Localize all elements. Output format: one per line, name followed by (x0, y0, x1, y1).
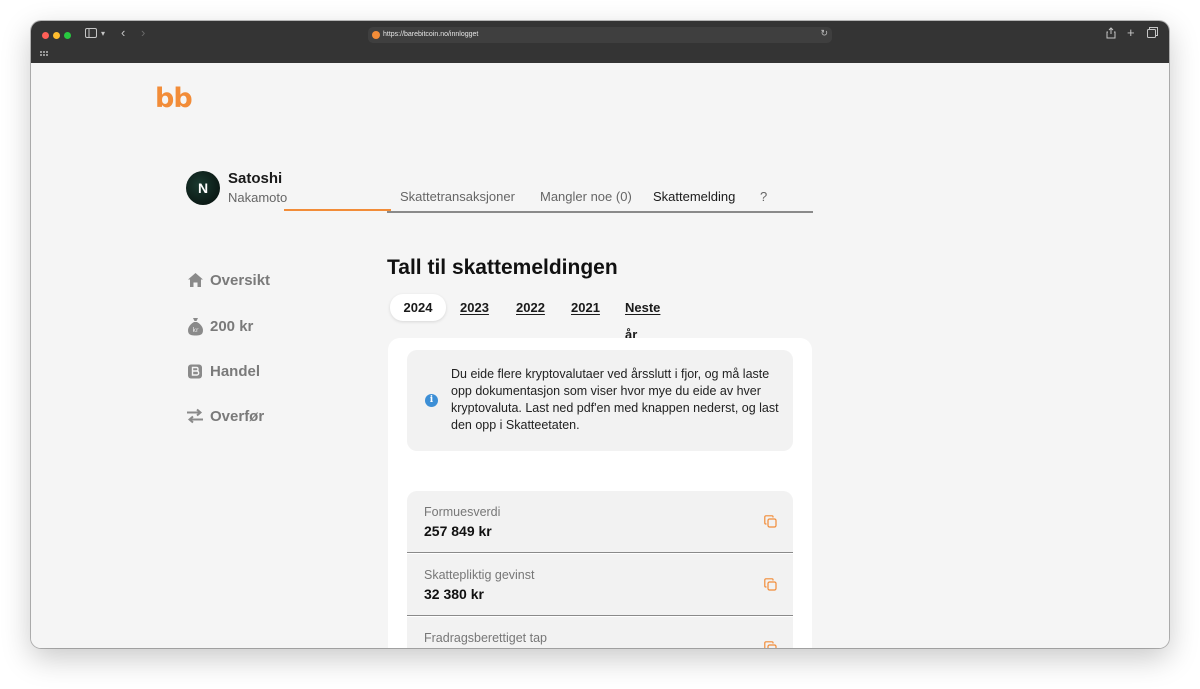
close-window-button[interactable] (42, 32, 49, 39)
maximize-window-button[interactable] (64, 32, 71, 39)
tab-skattetransaksjoner[interactable]: Skattetransaksjoner (400, 189, 515, 213)
new-tab-icon[interactable]: + (1127, 25, 1135, 41)
chevron-down-icon[interactable]: ▾ (101, 26, 105, 42)
active-tab-indicator (284, 209, 391, 211)
reload-icon[interactable]: ↻ (820, 28, 828, 39)
tab-mangler-noe[interactable]: Mangler noe (0) (540, 189, 632, 213)
browser-titlebar: ▾ ‹ › https://barebitcoin.no/innlogget ↻… (31, 21, 1169, 63)
year-2023-button[interactable]: 2023 (460, 294, 489, 321)
info-text: Du eide flere kryptovalutaer ved årsslut… (451, 367, 779, 432)
app-logo[interactable]: bb (155, 83, 193, 114)
copy-icon[interactable] (764, 578, 777, 591)
favorites-grid-icon[interactable] (40, 51, 48, 57)
field-skattepliktig-gevinst: Skattepliktig gevinst 32 380 kr (407, 554, 793, 616)
browser-window: ▾ ‹ › https://barebitcoin.no/innlogget ↻… (31, 21, 1169, 648)
field-value: 257 849 kr (424, 523, 492, 539)
sidebar-item-handel[interactable]: Handel (186, 360, 260, 382)
tab-skattemelding[interactable]: Skattemelding (653, 189, 735, 213)
sidebar-item-200kr[interactable]: kr 200 kr (186, 315, 253, 337)
user-first-name: Satoshi (228, 170, 283, 187)
field-label: Formuesverdi (424, 505, 501, 519)
tax-summary-card: i Du eide flere kryptovalutaer ved årssl… (388, 338, 812, 648)
share-icon[interactable] (1106, 27, 1116, 44)
copy-icon[interactable] (764, 641, 777, 648)
bitcoin-icon (186, 362, 204, 380)
svg-text:kr: kr (192, 327, 198, 334)
field-formuesverdi: Formuesverdi 257 849 kr (407, 491, 793, 553)
tab-bar: Skattetransaksjoner Mangler noe (0) Skat… (387, 185, 813, 213)
sidebar-item-label: Oversikt (210, 271, 271, 289)
sidebar-item-overfor[interactable]: Overfør (186, 405, 264, 427)
info-icon: i (425, 394, 438, 407)
year-next-button[interactable]: Neste år (625, 294, 660, 342)
minimize-window-button[interactable] (53, 32, 60, 39)
sidebar-item-label: Handel (210, 362, 261, 380)
info-box: i Du eide flere kryptovalutaer ved årssl… (407, 350, 793, 451)
sidebar-item-label: Overfør (210, 407, 265, 425)
year-2021-button[interactable]: 2021 (571, 294, 600, 321)
field-fradragsberettiget-tap: Fradragsberettiget tap (407, 617, 793, 648)
avatar: N (186, 171, 220, 205)
home-icon (186, 271, 204, 289)
user-last-name: Nakamoto (228, 190, 288, 205)
transfer-icon (186, 407, 204, 425)
tab-overview-icon[interactable] (1147, 27, 1158, 43)
copy-icon[interactable] (764, 515, 777, 528)
field-label: Skattepliktig gevinst (424, 568, 535, 582)
field-label: Fradragsberettiget tap (424, 631, 547, 645)
sidebar-item-oversikt[interactable]: Oversikt (186, 269, 270, 291)
site-favicon-icon (372, 31, 380, 39)
year-2022-button[interactable]: 2022 (516, 294, 545, 321)
back-icon[interactable]: ‹ (121, 25, 125, 41)
sidebar-item-label: 200 kr (210, 317, 254, 335)
page-content: bb N Satoshi Nakamoto Oversikt kr 200 kr… (31, 63, 1169, 648)
money-bag-icon: kr (186, 317, 204, 335)
page-title: Tall til skattemeldingen (387, 256, 618, 279)
field-value: 32 380 kr (424, 586, 484, 602)
tab-help[interactable]: ? (760, 189, 767, 213)
forward-icon[interactable]: › (141, 25, 145, 41)
address-bar[interactable]: https://barebitcoin.no/innlogget ↻ (368, 27, 832, 43)
year-2024-button[interactable]: 2024 (390, 294, 446, 321)
sidebar-toggle-icon[interactable] (85, 27, 97, 43)
url-text: https://barebitcoin.no/innlogget (383, 31, 479, 38)
